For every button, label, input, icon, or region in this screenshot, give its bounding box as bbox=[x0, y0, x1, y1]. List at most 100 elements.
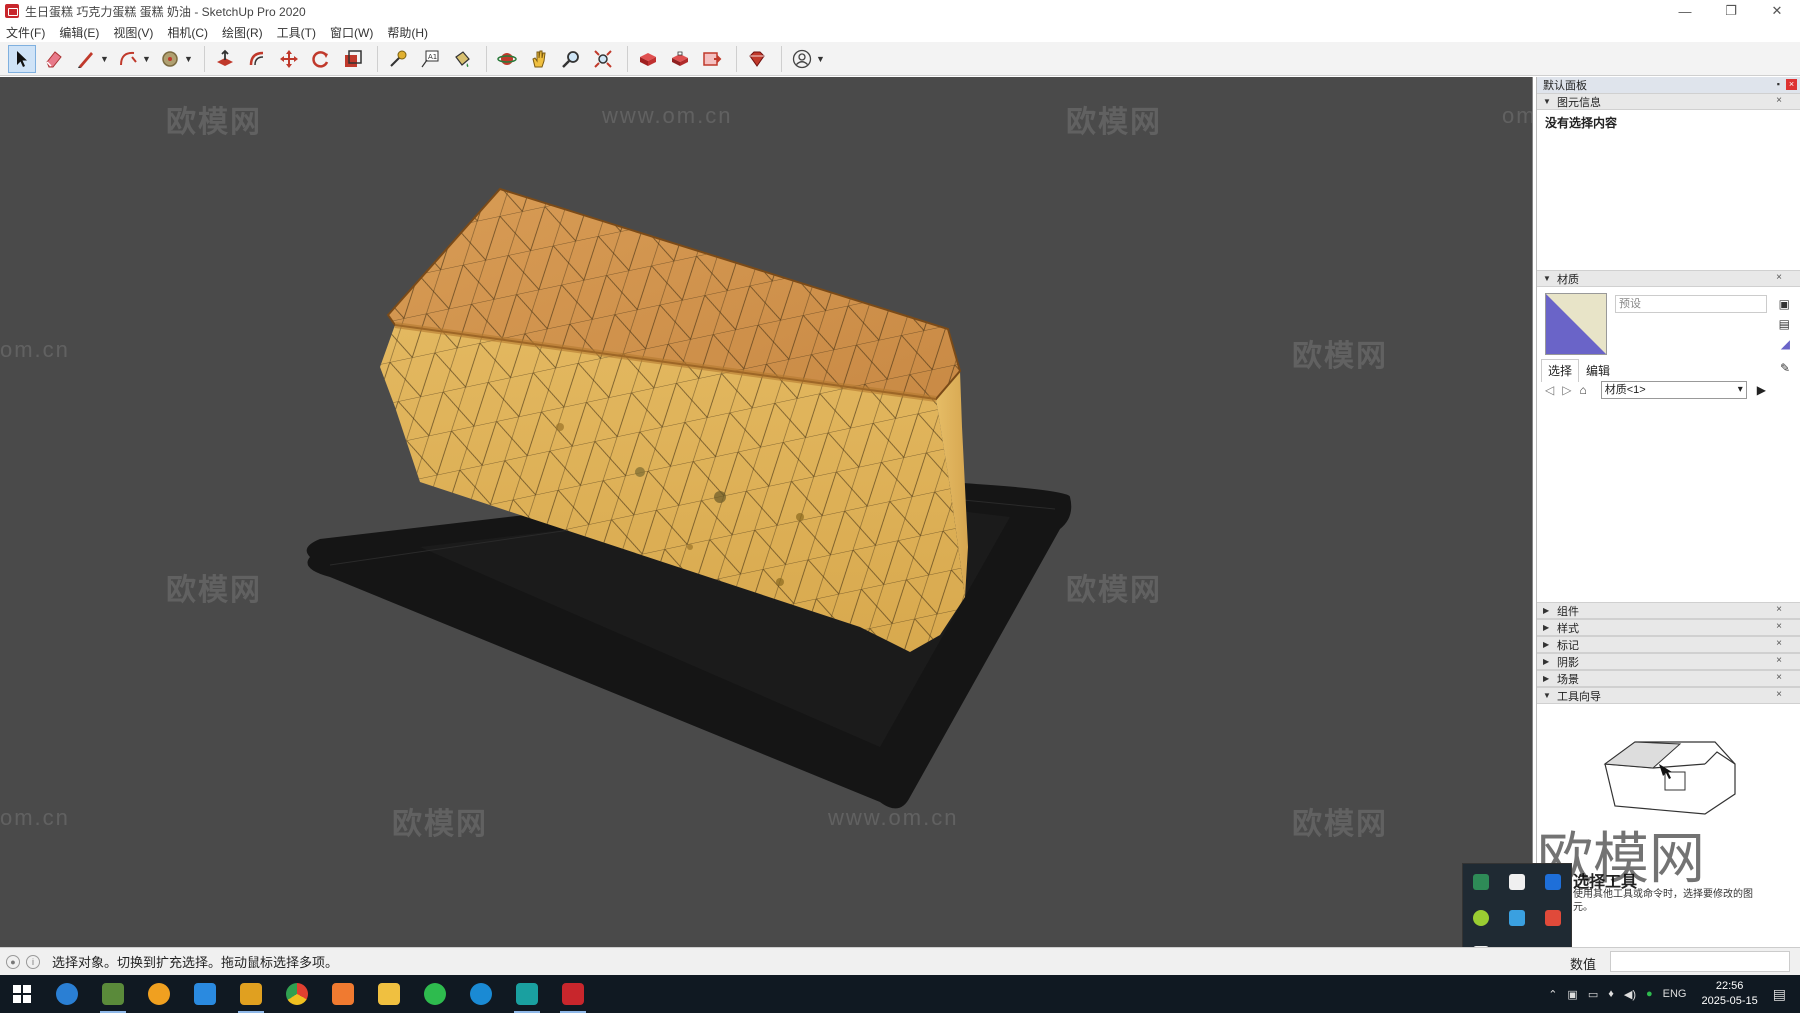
input-language[interactable]: ENG bbox=[1663, 988, 1687, 1000]
tray-app-icon[interactable] bbox=[1509, 874, 1525, 890]
shadows-header[interactable]: ▶ 阴影 × bbox=[1537, 653, 1800, 670]
taskbar-sketchup-button[interactable] bbox=[550, 975, 596, 1013]
tray-app-icon[interactable] bbox=[1473, 910, 1489, 926]
paint-bucket-tool-button[interactable] bbox=[448, 45, 476, 73]
text-tool-button[interactable]: A1 bbox=[416, 45, 444, 73]
cheese-model-render[interactable] bbox=[0, 77, 1533, 947]
taskbar-explorer-button[interactable] bbox=[366, 975, 412, 1013]
zoom-tool-button[interactable] bbox=[557, 45, 585, 73]
clock[interactable]: 22:56 2025-05-15 bbox=[1701, 979, 1757, 1009]
tray-app-icon[interactable] bbox=[1473, 874, 1489, 890]
info-icon[interactable]: i bbox=[26, 954, 40, 969]
account-dropdown-chevron-icon[interactable]: ▼ bbox=[816, 54, 826, 64]
section-close-icon[interactable]: × bbox=[1776, 689, 1782, 700]
arc-dropdown-chevron-icon[interactable]: ▼ bbox=[142, 54, 152, 64]
minimize-button[interactable]: — bbox=[1662, 0, 1708, 22]
taskbar-app-button[interactable] bbox=[320, 975, 366, 1013]
zoom-extents-tool-button[interactable] bbox=[589, 45, 617, 73]
tray-app-icon[interactable] bbox=[1545, 874, 1561, 890]
section-close-icon[interactable]: × bbox=[1776, 272, 1782, 283]
model-viewport[interactable]: 欧模网 www.om.cn 欧模网 om.cn om.cn 欧模网 欧模网 ww… bbox=[0, 77, 1533, 947]
offset-tool-button[interactable] bbox=[243, 45, 271, 73]
tray-app-icon[interactable]: ▣ bbox=[1567, 988, 1577, 1001]
create-material-icon[interactable]: ▣ bbox=[1779, 297, 1790, 311]
tape-measure-tool-button[interactable] bbox=[384, 45, 412, 73]
tray-app-icon[interactable]: ♦ bbox=[1608, 988, 1614, 1000]
orbit-tool-button[interactable] bbox=[493, 45, 521, 73]
line-tool-button[interactable] bbox=[72, 45, 100, 73]
volume-icon[interactable]: ◀) bbox=[1624, 988, 1636, 1001]
start-button[interactable] bbox=[0, 975, 44, 1013]
details-arrow-icon[interactable]: ▶ bbox=[1757, 383, 1766, 397]
tray-app-icon[interactable] bbox=[1545, 910, 1561, 926]
shape-dropdown-chevron-icon[interactable]: ▼ bbox=[184, 54, 194, 64]
scale-tool-button[interactable] bbox=[339, 45, 367, 73]
section-close-icon[interactable]: × bbox=[1776, 638, 1782, 649]
menu-tools[interactable]: 工具(T) bbox=[277, 24, 316, 41]
network-icon[interactable]: ▭ bbox=[1588, 988, 1598, 1001]
measurements-input[interactable] bbox=[1610, 951, 1790, 972]
account-button[interactable] bbox=[788, 45, 816, 73]
taskbar-edge-button[interactable] bbox=[458, 975, 504, 1013]
home-icon[interactable]: ⌂ bbox=[1579, 383, 1586, 397]
taskbar-app-button[interactable] bbox=[90, 975, 136, 1013]
forward-arrow-icon[interactable]: ▷ bbox=[1562, 383, 1571, 397]
materials-header[interactable]: ▼ 材质 × bbox=[1537, 270, 1800, 287]
menu-draw[interactable]: 绘图(R) bbox=[222, 24, 263, 41]
section-close-icon[interactable]: × bbox=[1776, 621, 1782, 632]
default-material-icon[interactable]: ◢ bbox=[1781, 337, 1790, 351]
menu-window[interactable]: 窗口(W) bbox=[330, 24, 373, 41]
wechat-tray-icon[interactable]: ● bbox=[1646, 988, 1653, 1000]
taskbar-ie-button[interactable] bbox=[44, 975, 90, 1013]
shape-tool-button[interactable] bbox=[156, 45, 184, 73]
material-name-field[interactable]: 预设 bbox=[1615, 295, 1767, 313]
taskbar-app-button[interactable] bbox=[136, 975, 182, 1013]
eyedropper-icon[interactable]: ✎ bbox=[1780, 361, 1790, 375]
3d-warehouse-button[interactable] bbox=[634, 45, 662, 73]
rotate-tool-button[interactable] bbox=[307, 45, 335, 73]
restore-button[interactable]: ❐ bbox=[1708, 0, 1754, 22]
geolocation-icon[interactable]: ● bbox=[6, 954, 20, 969]
menu-help[interactable]: 帮助(H) bbox=[387, 24, 428, 41]
material-library-select[interactable]: 材质<1> bbox=[1600, 381, 1747, 399]
menu-view[interactable]: 视图(V) bbox=[113, 24, 153, 41]
extension-manager-button[interactable] bbox=[743, 45, 771, 73]
taskbar-app-button[interactable] bbox=[228, 975, 274, 1013]
styles-header[interactable]: ▶ 样式 × bbox=[1537, 619, 1800, 636]
section-close-icon[interactable]: × bbox=[1776, 604, 1782, 615]
menu-file[interactable]: 文件(F) bbox=[6, 24, 45, 41]
menu-edit[interactable]: 编辑(E) bbox=[59, 24, 99, 41]
entity-info-header[interactable]: ▼ 图元信息 × bbox=[1537, 93, 1800, 110]
move-tool-button[interactable] bbox=[275, 45, 303, 73]
arc-tool-button[interactable] bbox=[114, 45, 142, 73]
send-to-layout-button[interactable] bbox=[698, 45, 726, 73]
close-button[interactable]: ✕ bbox=[1754, 0, 1800, 22]
notifications-icon[interactable]: ▤ bbox=[1773, 986, 1786, 1003]
show-hidden-icons-chevron-icon[interactable]: ⌃ bbox=[1548, 988, 1557, 1001]
select-tool-button[interactable] bbox=[8, 44, 36, 73]
taskbar-chrome-button[interactable] bbox=[274, 975, 320, 1013]
instructor-header[interactable]: ▼ 工具向导 × bbox=[1537, 687, 1800, 704]
taskbar-wechat-button[interactable] bbox=[412, 975, 458, 1013]
tab-select[interactable]: 选择 bbox=[1541, 359, 1580, 382]
components-header[interactable]: ▶ 组件 × bbox=[1537, 602, 1800, 619]
tab-edit[interactable]: 编辑 bbox=[1579, 359, 1617, 382]
taskbar-app-button[interactable] bbox=[182, 975, 228, 1013]
back-arrow-icon[interactable]: ◁ bbox=[1545, 383, 1554, 397]
scenes-header[interactable]: ▶ 场景 × bbox=[1537, 670, 1800, 687]
menu-camera[interactable]: 相机(C) bbox=[167, 24, 208, 41]
material-box-icon[interactable]: ▤ bbox=[1779, 317, 1790, 331]
section-close-icon[interactable]: × bbox=[1776, 655, 1782, 666]
tray-app-icon[interactable] bbox=[1509, 910, 1525, 926]
section-close-icon[interactable]: × bbox=[1776, 672, 1782, 683]
tray-close-icon[interactable]: × bbox=[1786, 79, 1797, 90]
eraser-tool-button[interactable] bbox=[40, 45, 68, 73]
taskbar-3dsmax-button[interactable] bbox=[504, 975, 550, 1013]
section-close-icon[interactable]: × bbox=[1776, 95, 1782, 106]
push-pull-tool-button[interactable] bbox=[211, 45, 239, 73]
line-dropdown-chevron-icon[interactable]: ▼ bbox=[100, 54, 110, 64]
pan-tool-button[interactable] bbox=[525, 45, 553, 73]
tags-header[interactable]: ▶ 标记 × bbox=[1537, 636, 1800, 653]
extension-warehouse-button[interactable] bbox=[666, 45, 694, 73]
pin-icon[interactable]: ▪ bbox=[1777, 79, 1780, 89]
